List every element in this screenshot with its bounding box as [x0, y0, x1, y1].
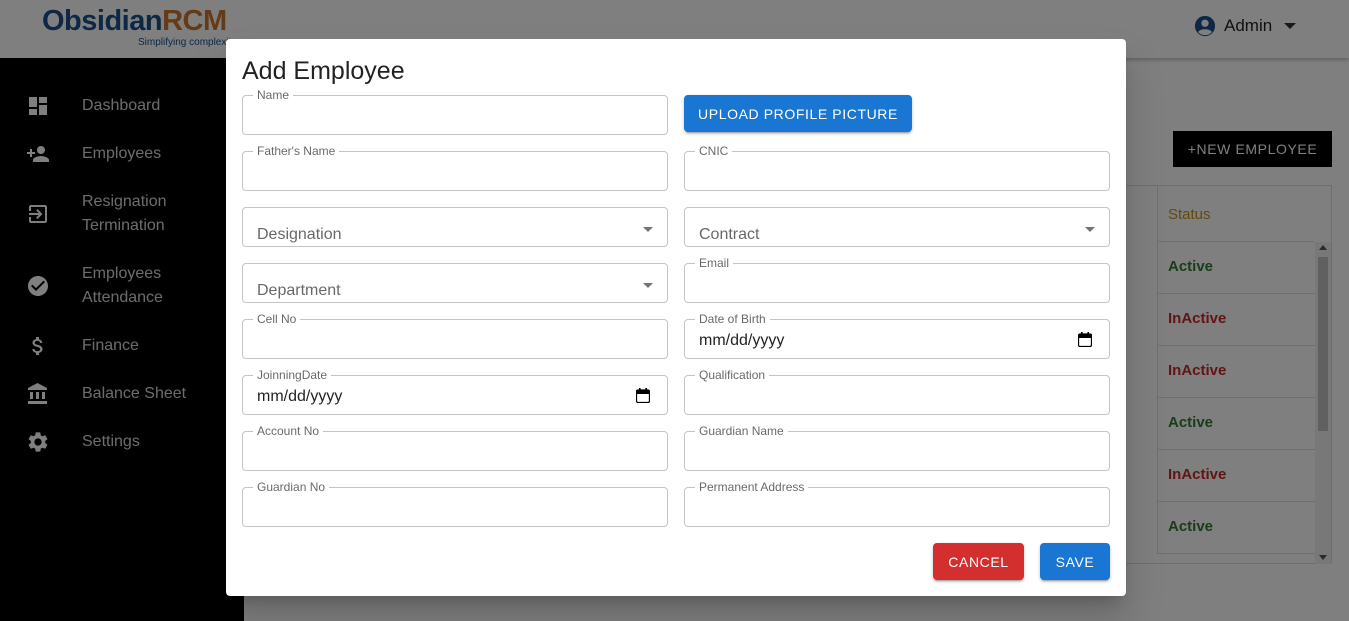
field-label: Account No: [253, 424, 324, 438]
dropdown-arrow-icon: [643, 283, 653, 288]
select-placeholder: Department: [257, 282, 341, 299]
name-field[interactable]: Name: [242, 88, 668, 135]
field-label: Qualification: [695, 368, 770, 382]
account-no-input[interactable]: [257, 441, 653, 461]
calendar-icon[interactable]: [1078, 332, 1092, 347]
field-label: Guardian No: [253, 480, 330, 494]
select-placeholder: Contract: [699, 226, 760, 243]
field-label: Cell No: [253, 312, 301, 326]
qualification-field[interactable]: Qualification: [684, 368, 1110, 415]
cell-no-input[interactable]: [257, 329, 653, 349]
fathers-name-field[interactable]: Father's Name: [242, 144, 668, 191]
contract-select[interactable]: Contract: [684, 207, 1110, 247]
calendar-icon[interactable]: [636, 388, 650, 403]
field-label: Name: [253, 88, 294, 102]
designation-select[interactable]: Designation: [242, 207, 668, 247]
cnic-input[interactable]: [699, 161, 1095, 181]
guardian-name-input[interactable]: [699, 441, 1095, 461]
joining-date-field[interactable]: JoinningDate mm/dd/yyyy: [242, 368, 668, 415]
email-input[interactable]: [699, 273, 1095, 293]
name-input[interactable]: [257, 105, 653, 125]
guardian-no-input[interactable]: [257, 497, 653, 517]
guardian-no-field[interactable]: Guardian No: [242, 480, 668, 527]
cancel-button[interactable]: CANCEL: [933, 543, 1024, 580]
field-label: CNIC: [695, 144, 733, 158]
dropdown-arrow-icon: [1085, 227, 1095, 232]
guardian-name-field[interactable]: Guardian Name: [684, 424, 1110, 471]
qualification-input[interactable]: [699, 385, 1095, 405]
field-label: Email: [695, 256, 734, 270]
field-label: Permanent Address: [695, 480, 809, 494]
date-of-birth-field[interactable]: Date of Birth mm/dd/yyyy: [684, 312, 1110, 359]
field-label: Guardian Name: [695, 424, 788, 438]
cell-no-field[interactable]: Cell No: [242, 312, 668, 359]
account-no-field[interactable]: Account No: [242, 424, 668, 471]
cnic-field[interactable]: CNIC: [684, 144, 1110, 191]
date-of-birth-value[interactable]: mm/dd/yyyy: [699, 331, 784, 351]
field-label: Date of Birth: [695, 312, 770, 326]
field-label: Father's Name: [253, 144, 340, 158]
upload-profile-picture-button[interactable]: UPLOAD PROFILE PICTURE: [684, 95, 912, 132]
email-field[interactable]: Email: [684, 256, 1110, 303]
save-button[interactable]: SAVE: [1040, 543, 1110, 580]
add-employee-dialog: Add Employee Name UPLOAD PROFILE PICTURE…: [226, 39, 1126, 596]
dialog-title: Add Employee: [242, 57, 405, 85]
permanent-address-field[interactable]: Permanent Address: [684, 480, 1110, 527]
field-label: JoinningDate: [253, 368, 332, 382]
dropdown-arrow-icon: [643, 227, 653, 232]
joining-date-value[interactable]: mm/dd/yyyy: [257, 387, 342, 407]
select-placeholder: Designation: [257, 226, 342, 243]
fathers-name-input[interactable]: [257, 161, 653, 181]
department-select[interactable]: Department: [242, 263, 668, 303]
permanent-address-input[interactable]: [699, 497, 1095, 517]
